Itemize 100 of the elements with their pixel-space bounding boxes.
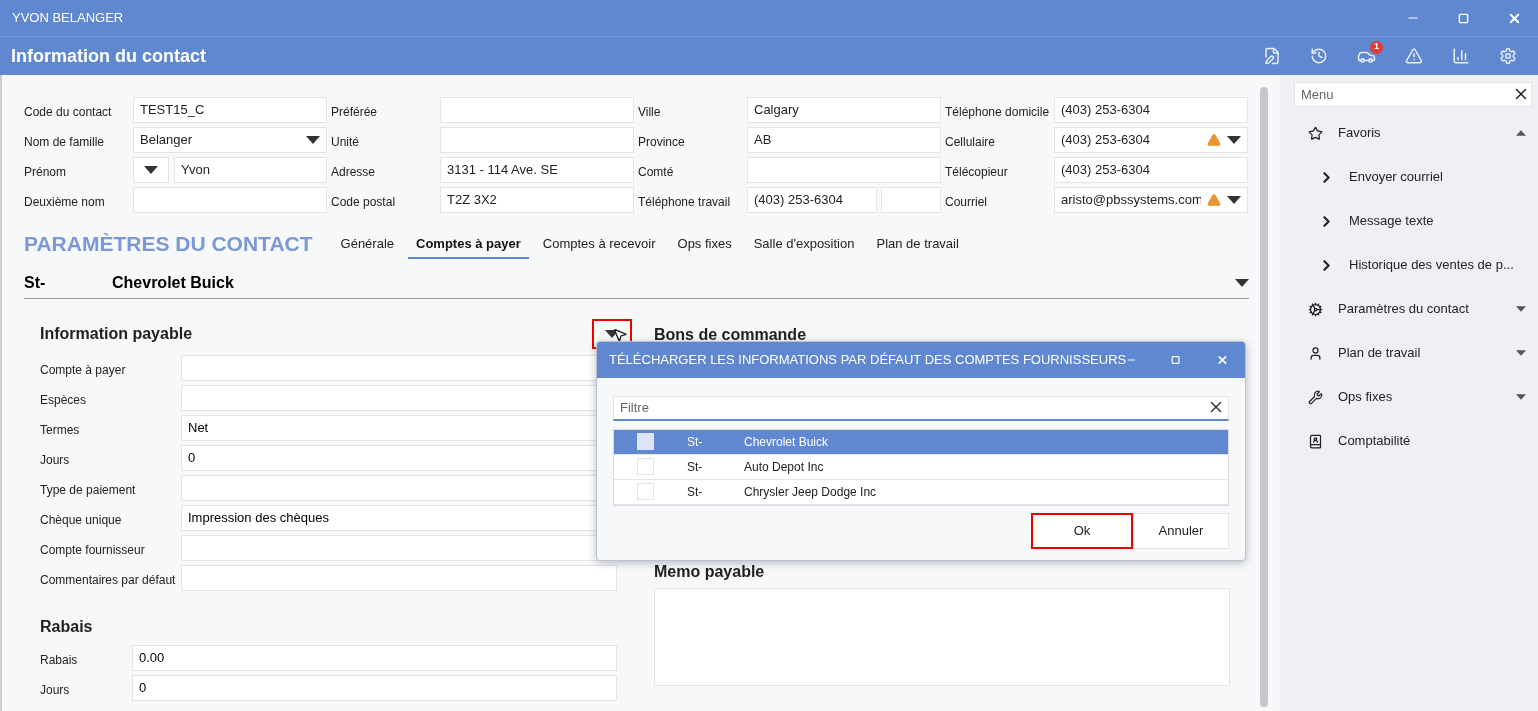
tab[interactable]: Comptes à recevoir [534,233,664,259]
field-label: Adresse [331,164,377,181]
field-label: Province [638,134,686,151]
caret-icon [1227,136,1241,144]
input-field[interactable]: 0.00 [132,645,617,671]
tab[interactable]: Comptes à payer [408,233,529,259]
input-field[interactable] [747,157,941,183]
field-label: Compte fournisseur [40,542,146,559]
warning-icon [1207,133,1221,147]
field-label: Commentaires par défaut [40,572,177,589]
settings-icon[interactable] [1499,47,1517,65]
menu-item[interactable]: Favoris [1294,111,1532,155]
menu-icon [1308,433,1323,449]
input-field[interactable] [133,187,327,213]
field-label: Type de paiement [40,482,137,499]
field-label: Termes [40,422,81,439]
field-label: Prénom [24,164,68,181]
checkbox[interactable] [637,458,654,475]
section-heading: Memo payable [654,562,766,582]
section-heading: Bons de commande [654,325,808,345]
edit-document-icon[interactable] [1263,47,1281,65]
menu-item[interactable]: Message texte [1294,199,1532,243]
bar-chart-icon[interactable] [1452,47,1470,65]
menu-item[interactable]: Historique des ventes de p... [1294,243,1532,287]
dialog-title: TÉLÉCHARGER LES INFORMATIONS PAR DÉFAUT DES COMPTES FOURNISSEURS [609,351,1127,370]
warning-icon [1207,193,1221,207]
filter-field[interactable]: Filtre [613,395,1229,421]
memo-field[interactable] [654,588,1230,686]
row-code: St- [687,458,704,476]
input-field[interactable]: T2Z 3X2 [440,187,634,213]
input-field[interactable]: (403) 253-6304 [1054,157,1248,183]
input-field[interactable] [440,127,634,153]
maximize-icon[interactable] [1458,12,1469,24]
scrollbar[interactable] [1260,87,1268,707]
caret-icon [306,136,320,144]
menu-item[interactable]: Ops fixes [1294,375,1532,419]
tab[interactable]: Ops fixes [669,233,740,259]
field-label: Préférée [331,104,379,121]
field-label: Nom de famille [24,134,106,151]
field-label: Deuxième nom [24,194,106,211]
dropdown-field[interactable] [133,157,169,183]
input-field[interactable]: AB [747,127,941,153]
checkbox[interactable] [637,483,654,500]
close-icon[interactable] [1216,353,1229,367]
field-label: Compte à payer [40,362,127,379]
input-field[interactable] [440,97,634,123]
menu-item[interactable]: Plan de travail [1294,331,1532,375]
row-name: Auto Depot Inc [744,458,824,476]
tab[interactable]: Salle d'exposition [745,233,863,259]
field-label: Code postal [331,194,397,211]
caret-icon [1235,279,1249,287]
field-label: Téléphone travail [638,194,732,211]
input-field[interactable]: 0 [132,675,617,701]
menu-item[interactable]: Comptabilité [1294,419,1532,463]
menu-item[interactable]: Envoyer courriel [1294,155,1532,199]
section-heading: Information payable [40,324,193,344]
input-field[interactable] [181,565,617,591]
input-field[interactable]: (403) 253-6304 [747,187,877,213]
field-label: Jours [40,682,71,699]
dropdown-field[interactable]: (403) 253-6304 [1054,127,1248,153]
input-field[interactable] [881,187,941,213]
field-label: Télécopieur [945,164,1009,181]
account-name: Chevrolet Buick [112,273,235,293]
dialog-button[interactable]: Annuler [1133,512,1229,549]
row-code: St- [687,483,704,501]
menu-item[interactable]: Paramètres du contact [1294,287,1532,331]
history-icon[interactable] [1310,47,1328,65]
list-row[interactable]: St- Chevrolet Buick [614,429,1228,455]
dropdown-field[interactable]: aristo@pbssystems.com [1054,187,1248,213]
row-code: St- [687,433,704,451]
menu-icon [1308,125,1323,141]
input-field[interactable]: (403) 253-6304 [1054,97,1248,123]
maximize-icon[interactable] [1171,355,1181,365]
warning-icon[interactable] [1405,47,1423,65]
field-label: Chèque unique [40,512,123,529]
dropdown-field[interactable]: Belanger [133,127,327,153]
menu-search-field[interactable]: Menu [1294,82,1532,107]
menu-icon [1308,301,1323,317]
input-field[interactable]: TEST15_C [133,97,327,123]
field-label: Espèces [40,392,88,409]
row-name: Chevrolet Buick [744,433,829,451]
field-label: Courriel [945,194,988,211]
input-field[interactable]: Yvon [174,157,327,183]
input-field[interactable]: 3131 - 114 Ave. SE [440,157,634,183]
page-title: Information du contact [11,44,207,68]
menu-icon [1308,389,1323,405]
field-label: Ville [638,104,662,121]
section-heading: Rabais [40,617,94,637]
field-label: Comté [638,164,675,181]
account-code: St- [24,273,47,293]
dialog-button[interactable]: Ok [1031,512,1133,549]
tab[interactable]: Plan de travail [868,233,967,259]
notification-badge: 1 [1370,40,1383,54]
menu-icon [1308,345,1323,361]
field-label: Code du contact [24,104,113,121]
input-field[interactable]: Calgary [747,97,941,123]
tab[interactable]: Générale [332,233,403,259]
checkbox[interactable] [637,433,654,450]
section-title: PARAMÈTRES DU CONTACT [24,230,313,257]
field-label: Cellulaire [945,134,997,151]
